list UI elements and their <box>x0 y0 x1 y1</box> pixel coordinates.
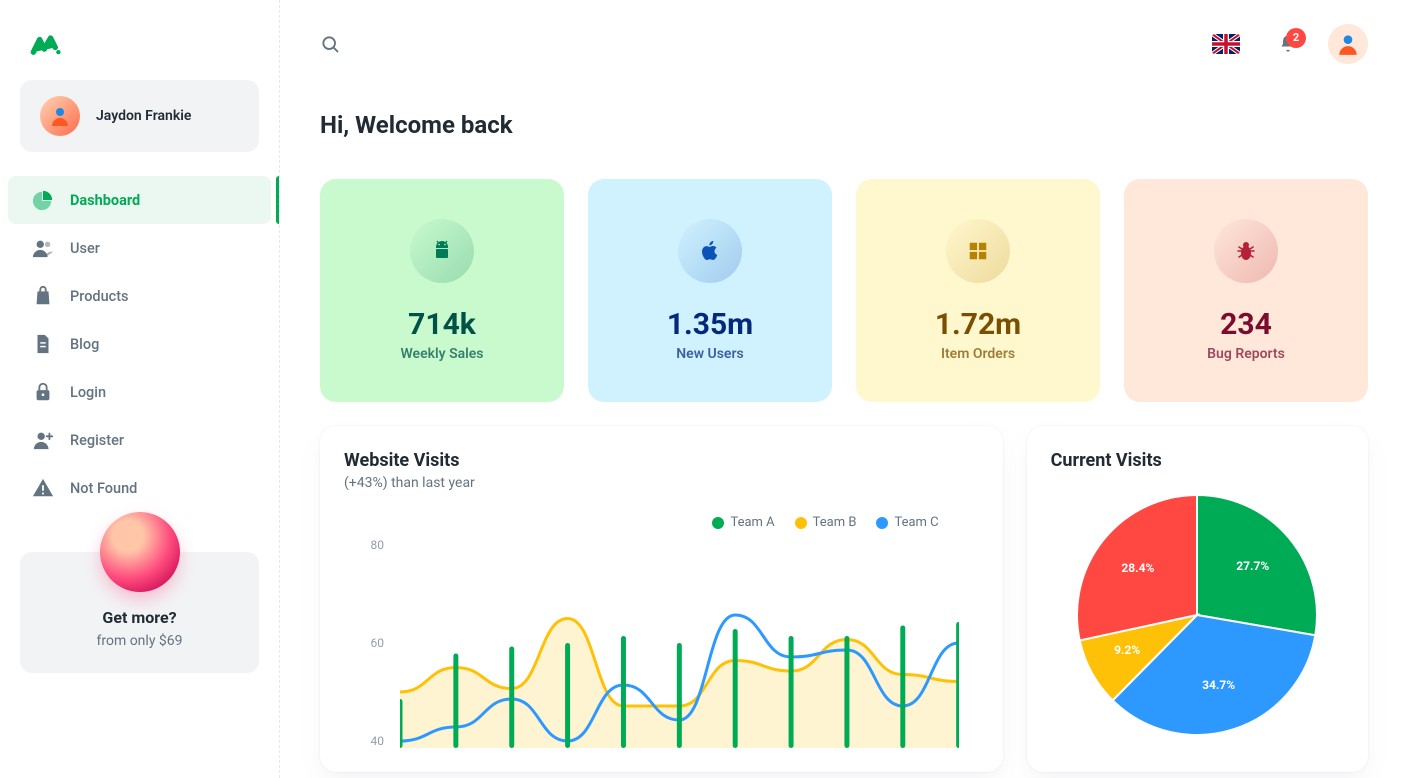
sidebar-item-label: Not Found <box>70 480 137 497</box>
stat-card-bug-reports: 234 Bug Reports <box>1124 179 1368 402</box>
pie-slice-label: 9.2% <box>1114 643 1140 657</box>
stat-label: Bug Reports <box>1140 346 1352 362</box>
windows-icon <box>946 219 1010 283</box>
sidebar-item-label: Dashboard <box>70 192 140 209</box>
dot-icon <box>795 517 807 529</box>
sidebar: Jaydon Frankie Dashboard User Products Blog… <box>0 0 280 778</box>
avatar <box>40 96 80 136</box>
stat-value: 234 <box>1140 307 1352 342</box>
promo-subtitle: from only $69 <box>40 633 239 649</box>
sidebar-item-dashboard[interactable]: Dashboard <box>8 176 271 224</box>
topbar: 2 <box>280 0 1408 87</box>
lock-icon <box>32 381 54 403</box>
people-icon <box>32 237 54 259</box>
ytick: 80 <box>354 538 384 552</box>
sidebar-item-products[interactable]: Products <box>8 272 271 320</box>
stat-label: New Users <box>604 346 816 362</box>
line-chart: 80 60 40 <box>344 538 979 748</box>
sidebar-item-user[interactable]: User <box>8 224 271 272</box>
page-title: Hi, Welcome back <box>320 111 1368 139</box>
alert-triangle-icon <box>32 477 54 499</box>
current-visits-card: Current Visits 27.7% 34.7% 9.2% 28.4% <box>1027 426 1368 772</box>
promo-card: Get more? from only $69 <box>20 552 259 673</box>
sidebar-item-label: Login <box>70 384 106 401</box>
bug-icon <box>1214 219 1278 283</box>
pie-chart-icon <box>32 189 54 211</box>
stat-value: 1.35m <box>604 307 816 342</box>
dot-icon <box>876 517 888 529</box>
promo-avatar-icon <box>100 512 180 592</box>
stat-value: 1.72m <box>872 307 1084 342</box>
person-add-icon <box>32 429 54 451</box>
pie-slice-label: 34.7% <box>1202 678 1235 692</box>
shopping-bag-icon <box>32 285 54 307</box>
stat-value: 714k <box>336 307 548 342</box>
stat-card-weekly-sales: 714k Weekly Sales <box>320 179 564 402</box>
sidebar-item-register[interactable]: Register <box>8 416 271 464</box>
stats-row: 714k Weekly Sales 1.35m New Users 1.72m Item … <box>320 179 1368 402</box>
sidebar-item-login[interactable]: Login <box>8 368 271 416</box>
file-text-icon <box>32 333 54 355</box>
promo-title: Get more? <box>40 608 239 627</box>
user-avatar-button[interactable] <box>1328 24 1368 64</box>
visits-title: Website Visits <box>344 450 979 471</box>
stat-card-new-users: 1.35m New Users <box>588 179 832 402</box>
language-button[interactable] <box>1212 34 1240 54</box>
account-card[interactable]: Jaydon Frankie <box>20 80 259 152</box>
visits-legend: Team A Team B Team C <box>344 515 939 530</box>
android-icon <box>410 219 474 283</box>
sidebar-item-label: Register <box>70 432 124 449</box>
legend-item[interactable]: Team C <box>876 515 938 530</box>
stat-label: Weekly Sales <box>336 346 548 362</box>
legend-item[interactable]: Team B <box>795 515 857 530</box>
ytick: 40 <box>354 734 384 748</box>
search-button[interactable] <box>320 34 340 54</box>
dot-icon <box>712 517 724 529</box>
content: Hi, Welcome back 714k Weekly Sales 1.35m Ne… <box>280 87 1408 778</box>
visits-subtitle: (+43%) than last year <box>344 475 979 491</box>
pie-slice-label: 27.7% <box>1236 559 1269 573</box>
uk-flag-icon <box>1212 34 1240 54</box>
main: 2 Hi, Welcome back 714k Weekly Sales 1.35m… <box>280 0 1408 778</box>
stat-card-item-orders: 1.72m Item Orders <box>856 179 1100 402</box>
avatar-icon <box>1335 31 1361 57</box>
stat-label: Item Orders <box>872 346 1084 362</box>
pie-slice-label: 28.4% <box>1121 561 1154 575</box>
current-title: Current Visits <box>1051 450 1344 471</box>
sidebar-item-label: Products <box>70 288 129 305</box>
legend-item[interactable]: Team A <box>712 515 774 530</box>
sidebar-item-label: User <box>70 240 100 257</box>
notifications-button[interactable]: 2 <box>1278 34 1298 54</box>
website-visits-card: Website Visits (+43%) than last year Tea… <box>320 426 1003 772</box>
pie-chart: 27.7% 34.7% 9.2% 28.4% <box>1051 495 1344 735</box>
notification-badge: 2 <box>1286 28 1306 48</box>
logo[interactable] <box>0 24 279 64</box>
sidebar-item-blog[interactable]: Blog <box>8 320 271 368</box>
account-name: Jaydon Frankie <box>96 108 191 124</box>
sidebar-item-not-found[interactable]: Not Found <box>8 464 271 512</box>
nav-list: Dashboard User Products Blog Login Register No… <box>0 176 279 512</box>
apple-icon <box>678 219 742 283</box>
ytick: 60 <box>354 636 384 650</box>
sidebar-item-label: Blog <box>70 336 99 353</box>
